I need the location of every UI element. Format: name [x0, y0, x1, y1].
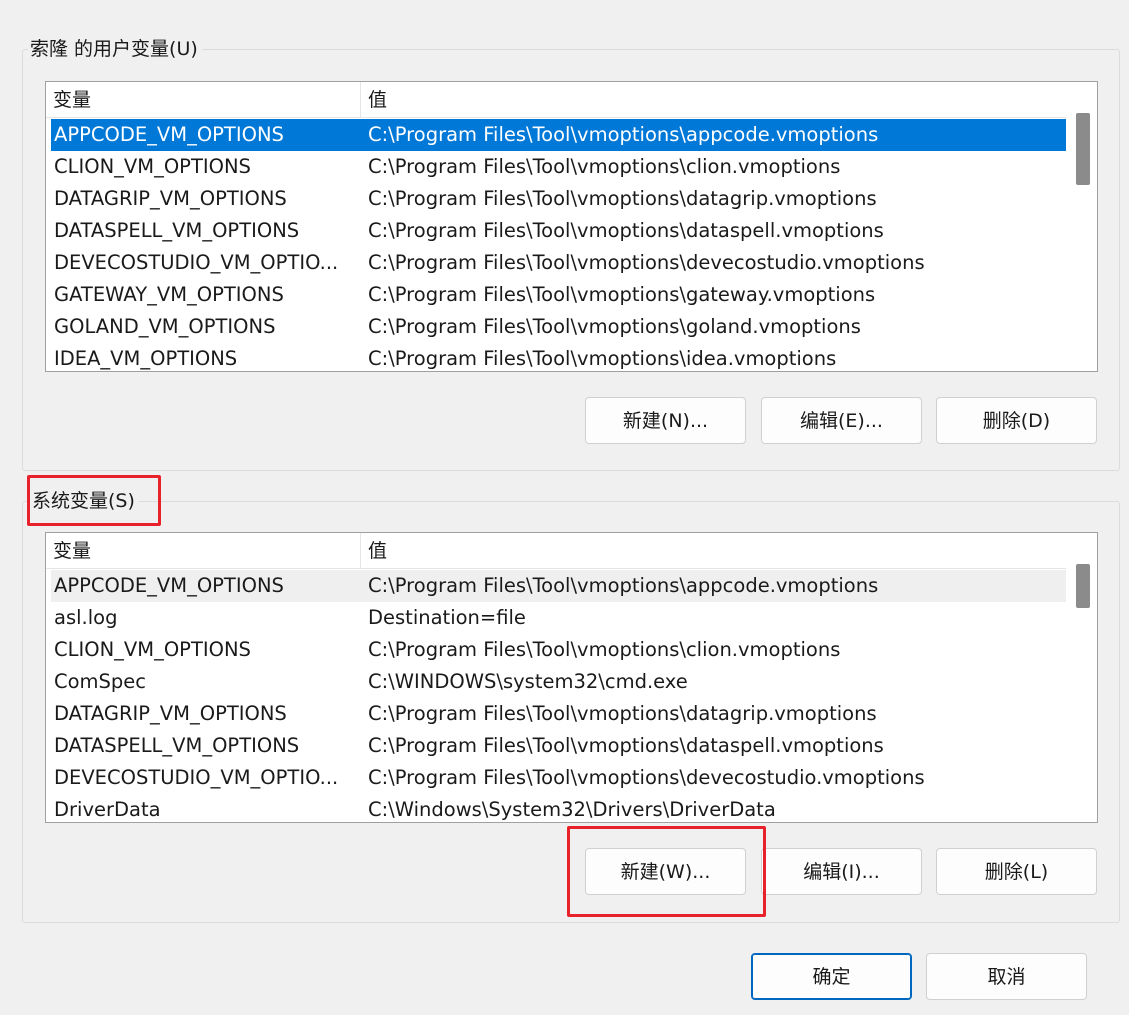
column-header-name[interactable]: 变量 — [46, 82, 360, 118]
user-variables-scrollbar[interactable] — [1067, 82, 1097, 371]
table-row[interactable]: CLION_VM_OPTIONS C:\Program Files\Tool\vm… — [51, 151, 1066, 183]
variable-value: C:\Program Files\Tool\vmoptions\clion.vm… — [368, 155, 841, 178]
table-row[interactable]: DriverData C:\Windows\System32\Drivers\Dr… — [51, 794, 1066, 822]
variable-value: C:\Program Files\Tool\vmoptions\appcode.… — [368, 123, 879, 146]
table-row[interactable]: DEVECOSTUDIO_VM_OPTIO... C:\Program Files… — [51, 247, 1066, 279]
user-variables-header: 变量 值 — [46, 82, 1066, 118]
variable-value: C:\Program Files\Tool\vmoptions\gateway.… — [368, 283, 876, 306]
table-row[interactable]: DATAGRIP_VM_OPTIONS C:\Program Files\Tool… — [51, 698, 1066, 730]
table-row[interactable]: DATASPELL_VM_OPTIONS C:\Program Files\Too… — [51, 215, 1066, 247]
variable-name: GOLAND_VM_OPTIONS — [54, 315, 276, 338]
system-edit-button[interactable]: 编辑(I)... — [761, 848, 922, 895]
system-variables-header: 变量 值 — [46, 533, 1066, 569]
user-delete-button[interactable]: 删除(D) — [936, 397, 1097, 444]
variable-name: CLION_VM_OPTIONS — [54, 638, 251, 661]
variable-value: C:\Program Files\Tool\vmoptions\appcode.… — [368, 574, 879, 597]
system-delete-button[interactable]: 删除(L) — [936, 848, 1097, 895]
variable-name: DATAGRIP_VM_OPTIONS — [54, 702, 287, 725]
variable-name: GATEWAY_VM_OPTIONS — [54, 283, 284, 306]
table-row[interactable]: asl.log Destination=file — [51, 602, 1066, 634]
variable-name: asl.log — [54, 606, 118, 629]
column-header-name[interactable]: 变量 — [46, 533, 360, 569]
column-header-value[interactable]: 值 — [361, 82, 1066, 118]
variable-name: DATAGRIP_VM_OPTIONS — [54, 187, 287, 210]
system-variables-rows: APPCODE_VM_OPTIONS C:\Program Files\Tool\… — [51, 570, 1066, 822]
table-row[interactable]: IDEA_VM_OPTIONS C:\Program Files\Tool\vmo… — [51, 343, 1066, 371]
variable-name: DATASPELL_VM_OPTIONS — [54, 219, 300, 242]
table-row[interactable]: ComSpec C:\WINDOWS\system32\cmd.exe — [51, 666, 1066, 698]
variable-name: CLION_VM_OPTIONS — [54, 155, 251, 178]
variable-name: APPCODE_VM_OPTIONS — [54, 574, 284, 597]
user-variables-list[interactable]: 变量 值 APPCODE_VM_OPTIONS C:\Program Files\… — [45, 81, 1098, 372]
variable-value: C:\Program Files\Tool\vmoptions\dataspel… — [368, 219, 884, 242]
variable-value: C:\Windows\System32\Drivers\DriverData — [368, 798, 776, 821]
system-new-button[interactable]: 新建(W)... — [585, 848, 746, 895]
cancel-button[interactable]: 取消 — [926, 953, 1087, 1000]
table-row[interactable]: CLION_VM_OPTIONS C:\Program Files\Tool\vm… — [51, 634, 1066, 666]
table-row[interactable]: APPCODE_VM_OPTIONS C:\Program Files\Tool\… — [51, 570, 1066, 602]
variable-value: C:\Program Files\Tool\vmoptions\devecost… — [368, 766, 925, 789]
table-row[interactable]: GATEWAY_VM_OPTIONS C:\Program Files\Tool\… — [51, 279, 1066, 311]
variable-name: DATASPELL_VM_OPTIONS — [54, 734, 300, 757]
table-row[interactable]: DATAGRIP_VM_OPTIONS C:\Program Files\Tool… — [51, 183, 1066, 215]
variable-value: C:\Program Files\Tool\vmoptions\goland.v… — [368, 315, 861, 338]
user-edit-button[interactable]: 编辑(E)... — [761, 397, 922, 444]
variable-value: Destination=file — [368, 606, 526, 629]
variable-name: IDEA_VM_OPTIONS — [54, 347, 238, 370]
variable-value: C:\Program Files\Tool\vmoptions\idea.vmo… — [368, 347, 837, 370]
variable-value: C:\Program Files\Tool\vmoptions\dataspel… — [368, 734, 884, 757]
table-row[interactable]: DATASPELL_VM_OPTIONS C:\Program Files\Too… — [51, 730, 1066, 762]
table-row[interactable]: APPCODE_VM_OPTIONS C:\Program Files\Tool\… — [51, 119, 1066, 151]
variable-name: DEVECOSTUDIO_VM_OPTIO... — [54, 766, 339, 789]
variable-name: DriverData — [54, 798, 161, 821]
table-row[interactable]: DEVECOSTUDIO_VM_OPTIO... C:\Program Files… — [51, 762, 1066, 794]
user-new-button[interactable]: 新建(N)... — [585, 397, 746, 444]
scrollbar-thumb[interactable] — [1076, 113, 1090, 185]
variable-value: C:\WINDOWS\system32\cmd.exe — [368, 670, 688, 693]
variable-name: DEVECOSTUDIO_VM_OPTIO... — [54, 251, 339, 274]
column-header-value[interactable]: 值 — [361, 533, 1066, 569]
variable-name: APPCODE_VM_OPTIONS — [54, 123, 284, 146]
scrollbar-thumb[interactable] — [1076, 564, 1090, 608]
ok-button[interactable]: 确定 — [751, 953, 912, 1000]
user-variables-rows: APPCODE_VM_OPTIONS C:\Program Files\Tool\… — [51, 119, 1066, 371]
system-variables-list[interactable]: 变量 值 APPCODE_VM_OPTIONS C:\Program Files\… — [45, 532, 1098, 823]
variable-value: C:\Program Files\Tool\vmoptions\devecost… — [368, 251, 925, 274]
variable-name: ComSpec — [54, 670, 147, 693]
variable-value: C:\Program Files\Tool\vmoptions\datagrip… — [368, 702, 877, 725]
variable-value: C:\Program Files\Tool\vmoptions\datagrip… — [368, 187, 877, 210]
system-variables-scrollbar[interactable] — [1067, 533, 1097, 822]
variable-value: C:\Program Files\Tool\vmoptions\clion.vm… — [368, 638, 841, 661]
system-variables-title: 系统变量(S) — [30, 488, 139, 514]
user-variables-title: 索隆 的用户变量(U) — [28, 36, 202, 62]
table-row[interactable]: GOLAND_VM_OPTIONS C:\Program Files\Tool\v… — [51, 311, 1066, 343]
